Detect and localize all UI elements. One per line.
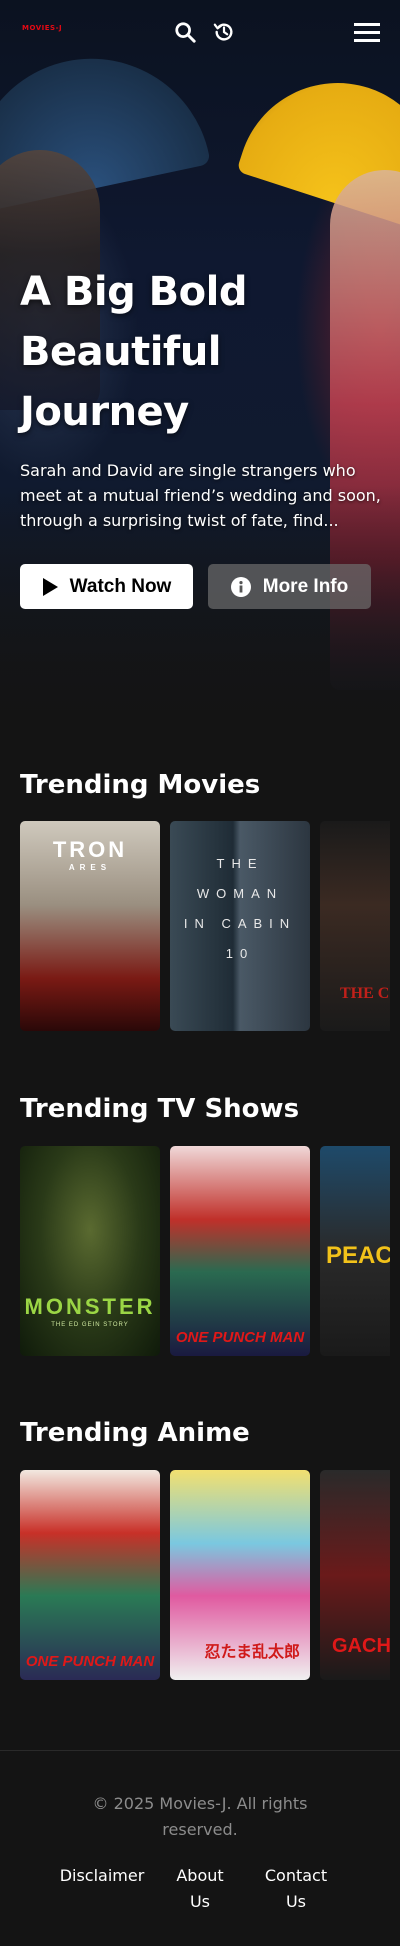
section-title-trending-movies: Trending Movies	[20, 770, 261, 800]
anime-poster[interactable]: 忍たま乱太郎	[170, 1470, 310, 1680]
anime-poster[interactable]: GACHI	[320, 1470, 390, 1680]
poster-title: ONE PUNCH MAN	[25, 1653, 155, 1670]
site-logo[interactable]: MOVIES-J	[22, 24, 62, 32]
footer-link-contact-us[interactable]: Contact Us	[260, 1863, 332, 1915]
movie-poster[interactable]: THE WOMAN IN CABIN 10	[170, 821, 310, 1031]
hero-description: Sarah and David are single strangers who…	[20, 461, 381, 530]
section-title-trending-tv-shows: Trending TV Shows	[20, 1094, 300, 1124]
search-icon[interactable]	[171, 18, 199, 46]
section-title-trending-anime: Trending Anime	[20, 1418, 250, 1448]
tv-poster[interactable]: PEACE	[320, 1146, 390, 1356]
watch-now-label: Watch Now	[69, 575, 172, 597]
more-info-label: More Info	[262, 575, 349, 597]
menu-icon[interactable]	[353, 18, 381, 46]
play-icon	[42, 577, 58, 596]
site-header: MOVIES-J	[0, 0, 400, 64]
poster-subtitle: THE ED GEIN STORY	[51, 1322, 129, 1328]
watch-now-button[interactable]: Watch Now	[20, 564, 193, 609]
movie-poster[interactable]: TRON ARES	[20, 821, 160, 1031]
poster-title: ONE PUNCH MAN	[175, 1329, 305, 1346]
footer-link-disclaimer[interactable]: Disclaimer	[52, 1863, 152, 1889]
trending-tv-shows-row[interactable]: MONSTER THE ED GEIN STORY ONE PUNCH MAN …	[20, 1146, 390, 1356]
more-info-button[interactable]: More Info	[208, 564, 371, 609]
info-icon	[230, 576, 251, 597]
poster-title: PEACE	[326, 1242, 390, 1269]
trending-movies-row[interactable]: TRON ARES THE WOMAN IN CABIN 10 THE CONJ…	[20, 821, 390, 1031]
poster-title: THE CONJU	[340, 985, 390, 1002]
movie-poster[interactable]: THE CONJU	[320, 821, 390, 1031]
anime-poster[interactable]: ONE PUNCH MAN	[20, 1470, 160, 1680]
poster-subtitle: ARES	[68, 863, 112, 872]
footer-link-about-us[interactable]: About Us	[170, 1863, 230, 1915]
history-icon[interactable]	[210, 18, 238, 46]
tv-poster[interactable]: MONSTER THE ED GEIN STORY	[20, 1146, 160, 1356]
poster-title: GACHI	[332, 1635, 390, 1657]
poster-title: MONSTER	[24, 1294, 156, 1319]
trending-anime-row[interactable]: ONE PUNCH MAN 忍たま乱太郎 GACHI	[20, 1470, 390, 1680]
poster-title: THE WOMAN IN CABIN 10	[183, 856, 297, 961]
copyright-text: © 2025 Movies-J. All rights reserved.	[92, 1794, 308, 1839]
site-footer: © 2025 Movies-J. All rights reserved. Di…	[0, 1750, 400, 1946]
tv-poster[interactable]: ONE PUNCH MAN	[170, 1146, 310, 1356]
poster-title: 忍たま乱太郎	[204, 1644, 300, 1661]
poster-title: TRON	[52, 837, 128, 862]
hero-title: A Big Bold Beautiful Journey	[20, 269, 247, 435]
